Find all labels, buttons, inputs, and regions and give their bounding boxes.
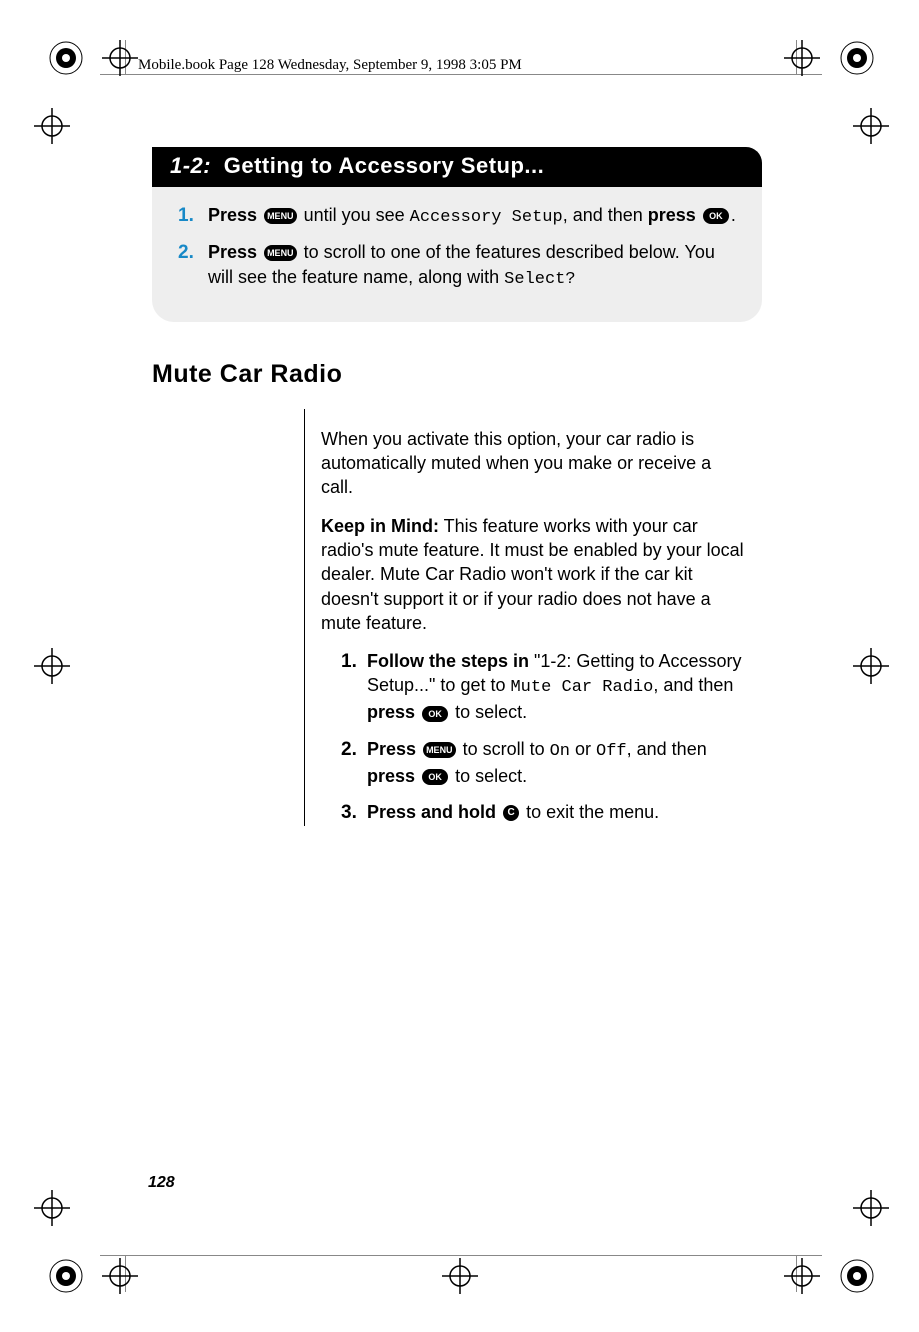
registration-mark-icon bbox=[46, 38, 86, 78]
ok-button-icon: OK bbox=[703, 208, 729, 224]
step-text: to select. bbox=[450, 702, 527, 722]
content-column: 1-2: Getting to Accessory Setup... 1. Pr… bbox=[152, 147, 762, 838]
banner-title: Getting to Accessory Setup... bbox=[217, 153, 544, 178]
list-item: 2. Press MENU to scroll to On or Off, an… bbox=[341, 737, 744, 788]
section-heading: Mute Car Radio bbox=[152, 360, 762, 389]
step-text: or bbox=[570, 739, 596, 759]
step-text: , and then bbox=[653, 675, 733, 695]
page: Mobile.book Page 128 Wednesday, Septembe… bbox=[0, 0, 919, 1332]
menu-button-icon: MENU bbox=[423, 742, 456, 758]
menu-button-icon: MENU bbox=[264, 208, 297, 224]
ok-button-icon: OK bbox=[422, 706, 448, 722]
menu-button-icon: MENU bbox=[264, 245, 297, 261]
step-text: until you see bbox=[304, 205, 410, 225]
step-text: , and then bbox=[627, 739, 707, 759]
list-item: 1. Follow the steps in "1-2: Getting to … bbox=[341, 649, 744, 725]
crosshair-icon bbox=[102, 1258, 138, 1294]
step-body: Follow the steps in "1-2: Getting to Acc… bbox=[367, 649, 744, 725]
step-bold: Press and hold bbox=[367, 802, 496, 822]
crosshair-icon bbox=[853, 108, 889, 144]
crosshair-icon bbox=[34, 108, 70, 144]
step-row: 1. Press MENU until you see Accessory Se… bbox=[178, 203, 736, 230]
ok-button-icon: OK bbox=[422, 769, 448, 785]
step-number: 1. bbox=[178, 203, 208, 230]
banner-prefix: 1-2: bbox=[170, 153, 211, 178]
registration-mark-icon bbox=[837, 38, 877, 78]
crosshair-icon bbox=[784, 1258, 820, 1294]
lcd-text: Select? bbox=[504, 270, 575, 289]
crosshair-icon bbox=[853, 648, 889, 684]
list-item: 3. Press and hold C to exit the menu. bbox=[341, 800, 744, 826]
c-button-icon: C bbox=[503, 805, 519, 821]
step-body: Press MENU until you see Accessory Setup… bbox=[208, 203, 736, 230]
lcd-text: Off bbox=[596, 742, 627, 761]
crosshair-icon bbox=[34, 648, 70, 684]
step-number: 1. bbox=[341, 649, 367, 725]
step-bold: Press bbox=[208, 242, 257, 262]
paragraph: Keep in Mind: This feature works with yo… bbox=[321, 514, 744, 635]
paragraph: When you activate this option, your car … bbox=[321, 427, 744, 500]
step-text: , and then bbox=[563, 205, 648, 225]
lcd-text: On bbox=[550, 742, 570, 761]
step-bold: Follow the steps in bbox=[367, 651, 529, 671]
step-bold: Press bbox=[208, 205, 257, 225]
page-number: 128 bbox=[148, 1174, 175, 1192]
step-body: Press MENU to scroll to one of the featu… bbox=[208, 240, 736, 292]
registration-mark-icon bbox=[837, 1256, 877, 1296]
step-number: 2. bbox=[341, 737, 367, 788]
crosshair-icon bbox=[442, 1258, 478, 1294]
section-banner: 1-2: Getting to Accessory Setup... bbox=[152, 147, 762, 187]
procedure-box: 1. Press MENU until you see Accessory Se… bbox=[152, 187, 762, 322]
indented-column: When you activate this option, your car … bbox=[304, 409, 744, 826]
step-text: to exit the menu. bbox=[521, 802, 659, 822]
step-row: 2. Press MENU to scroll to one of the fe… bbox=[178, 240, 736, 292]
registration-mark-icon bbox=[46, 1256, 86, 1296]
step-text: to scroll to bbox=[463, 739, 550, 759]
numbered-list: 1. Follow the steps in "1-2: Getting to … bbox=[321, 649, 744, 825]
step-body: Press MENU to scroll to On or Off, and t… bbox=[367, 737, 744, 788]
crop-rule-top bbox=[100, 74, 822, 75]
step-bold: press bbox=[367, 702, 415, 722]
step-number: 2. bbox=[178, 240, 208, 292]
step-bold: press bbox=[648, 205, 696, 225]
crop-rule-bottom bbox=[100, 1255, 822, 1256]
step-number: 3. bbox=[341, 800, 367, 826]
crosshair-icon bbox=[853, 1190, 889, 1226]
step-bold: press bbox=[367, 766, 415, 786]
crosshair-icon bbox=[784, 40, 820, 76]
step-text: . bbox=[731, 205, 736, 225]
lcd-text: Mute Car Radio bbox=[510, 678, 653, 697]
crosshair-icon bbox=[34, 1190, 70, 1226]
lcd-text: Accessory Setup bbox=[410, 208, 563, 227]
crosshair-icon bbox=[102, 40, 138, 76]
keep-in-mind-label: Keep in Mind: bbox=[321, 516, 439, 536]
step-body: Press and hold C to exit the menu. bbox=[367, 800, 659, 826]
step-bold: Press bbox=[367, 739, 416, 759]
step-text: to select. bbox=[450, 766, 527, 786]
running-header: Mobile.book Page 128 Wednesday, Septembe… bbox=[138, 57, 522, 74]
